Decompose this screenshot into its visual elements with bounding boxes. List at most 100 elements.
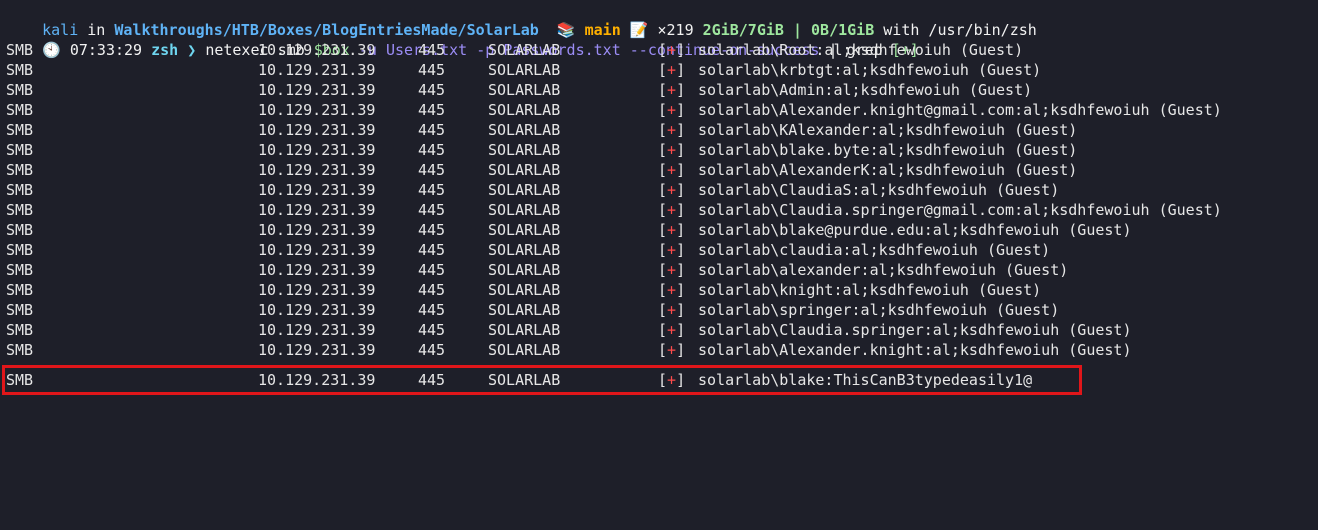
row-ip: 10.129.231.39 (258, 321, 376, 339)
row-ip: 10.129.231.39 (258, 161, 376, 179)
result-row: SMB 10.129.231.39 445 SOLARLAB [+] solar… (6, 180, 1059, 200)
row-status: [+] (658, 121, 686, 139)
status-plus: + (667, 181, 677, 199)
row-host: SOLARLAB (488, 41, 561, 59)
row-host: SOLARLAB (488, 141, 561, 159)
row-ip: 10.129.231.39 (258, 121, 376, 139)
row-host: SOLARLAB (488, 261, 561, 279)
row-ip: 10.129.231.39 (258, 101, 376, 119)
row-protocol: SMB (6, 301, 34, 319)
result-row: SMB 10.129.231.39 445 SOLARLAB [+] solar… (6, 80, 1032, 100)
row-protocol: SMB (6, 221, 34, 239)
row-message: solarlab\Alexander.knight@gmail.com:al;k… (698, 101, 1222, 119)
row-port: 445 (418, 201, 446, 219)
row-status: [+] (658, 181, 686, 199)
row-port: 445 (418, 41, 446, 59)
result-row: SMB 10.129.231.39 445 SOLARLAB [+] solar… (6, 260, 1068, 280)
row-protocol: SMB (6, 141, 34, 159)
row-port: 445 (418, 281, 446, 299)
row-host: SOLARLAB (488, 81, 561, 99)
result-row: SMB 10.129.231.39 445 SOLARLAB [+] solar… (6, 240, 1050, 260)
result-row: SMB 10.129.231.39 445 SOLARLAB [+] solar… (6, 340, 1131, 360)
row-host: SOLARLAB (488, 301, 561, 319)
row-protocol: SMB (6, 241, 34, 259)
row-message: solarlab\Root:al;ksdhfewoiuh (Guest) (698, 41, 1024, 59)
row-protocol: SMB (6, 61, 34, 79)
command-time: 07:33:29 (69, 41, 143, 59)
highlight-box (2, 365, 1082, 395)
row-protocol: SMB (6, 181, 34, 199)
row-port: 445 (418, 321, 446, 339)
row-status: [+] (658, 81, 686, 99)
row-message: solarlab\blake.byte:al;ksdhfewoiuh (Gues… (698, 141, 1078, 159)
terminal-window[interactable]: kali in Walkthroughs/HTB/Boxes/BlogEntri… (0, 0, 1318, 400)
row-message: solarlab\KAlexander:al;ksdhfewoiuh (Gues… (698, 121, 1078, 139)
row-host: SOLARLAB (488, 161, 561, 179)
status-plus: + (667, 241, 677, 259)
row-status: [+] (658, 261, 686, 279)
shell-name: zsh (151, 41, 179, 59)
row-host: SOLARLAB (488, 321, 561, 339)
row-status: [+] (658, 101, 686, 119)
row-protocol: SMB (6, 101, 34, 119)
row-ip: 10.129.231.39 (258, 301, 376, 319)
row-host: SOLARLAB (488, 241, 561, 259)
row-ip: 10.129.231.39 (258, 241, 376, 259)
status-plus: + (667, 41, 677, 59)
result-row: SMB 10.129.231.39 445 SOLARLAB [+] solar… (6, 300, 1059, 320)
status-plus: + (667, 261, 677, 279)
row-port: 445 (418, 121, 446, 139)
row-protocol: SMB (6, 201, 34, 219)
result-row: SMB 10.129.231.39 445 SOLARLAB [+] solar… (6, 140, 1077, 160)
row-host: SOLARLAB (488, 121, 561, 139)
row-host: SOLARLAB (488, 281, 561, 299)
row-message: solarlab\Claudia.springer@gmail.com:al;k… (698, 201, 1222, 219)
result-row: SMB 10.129.231.39 445 SOLARLAB [+] solar… (6, 280, 1041, 300)
row-message: solarlab\krbtgt:al;ksdhfewoiuh (Guest) (698, 61, 1042, 79)
row-ip: 10.129.231.39 (258, 281, 376, 299)
status-plus: + (667, 81, 677, 99)
row-ip: 10.129.231.39 (258, 181, 376, 199)
status-plus: + (667, 121, 677, 139)
row-port: 445 (418, 301, 446, 319)
row-protocol: SMB (6, 261, 34, 279)
row-protocol: SMB (6, 281, 34, 299)
row-host: SOLARLAB (488, 181, 561, 199)
row-status: [+] (658, 301, 686, 319)
result-row: SMB 10.129.231.39 445 SOLARLAB [+] solar… (6, 100, 1222, 120)
status-plus: + (667, 301, 677, 319)
row-port: 445 (418, 141, 446, 159)
status-plus: + (667, 61, 677, 79)
status-plus: + (667, 201, 677, 219)
row-ip: 10.129.231.39 (258, 61, 376, 79)
row-status: [+] (658, 341, 686, 359)
status-plus: + (667, 341, 677, 359)
command-line[interactable]: 🕙 07:33:29 zsh ❯ netexec smb $box -u Use… (6, 20, 919, 59)
row-port: 445 (418, 61, 446, 79)
row-message: solarlab\alexander:al;ksdhfewoiuh (Guest… (698, 261, 1069, 279)
row-status: [+] (658, 41, 686, 59)
row-message: solarlab\Alexander.knight:al;ksdhfewoiuh… (698, 341, 1132, 359)
row-status: [+] (658, 201, 686, 219)
row-protocol: SMB (6, 41, 34, 59)
row-port: 445 (418, 81, 446, 99)
row-message: solarlab\springer:al;ksdhfewoiuh (Guest) (698, 301, 1060, 319)
row-message: solarlab\Claudia.springer:al;ksdhfewoiuh… (698, 321, 1132, 339)
row-host: SOLARLAB (488, 221, 561, 239)
status-plus: + (667, 101, 677, 119)
row-message: solarlab\claudia:al;ksdhfewoiuh (Guest) (698, 241, 1051, 259)
row-host: SOLARLAB (488, 201, 561, 219)
result-row: SMB 10.129.231.39 445 SOLARLAB [+] solar… (6, 200, 1222, 220)
row-status: [+] (658, 61, 686, 79)
row-port: 445 (418, 101, 446, 119)
row-status: [+] (658, 241, 686, 259)
row-port: 445 (418, 241, 446, 259)
prompt-arrow-icon: ❯ (187, 41, 197, 59)
row-ip: 10.129.231.39 (258, 41, 376, 59)
row-status: [+] (658, 281, 686, 299)
row-message: solarlab\ClaudiaS:al;ksdhfewoiuh (Guest) (698, 181, 1060, 199)
row-status: [+] (658, 161, 686, 179)
row-protocol: SMB (6, 321, 34, 339)
row-ip: 10.129.231.39 (258, 261, 376, 279)
row-message: solarlab\blake@purdue.edu:al;ksdhfewoiuh… (698, 221, 1132, 239)
